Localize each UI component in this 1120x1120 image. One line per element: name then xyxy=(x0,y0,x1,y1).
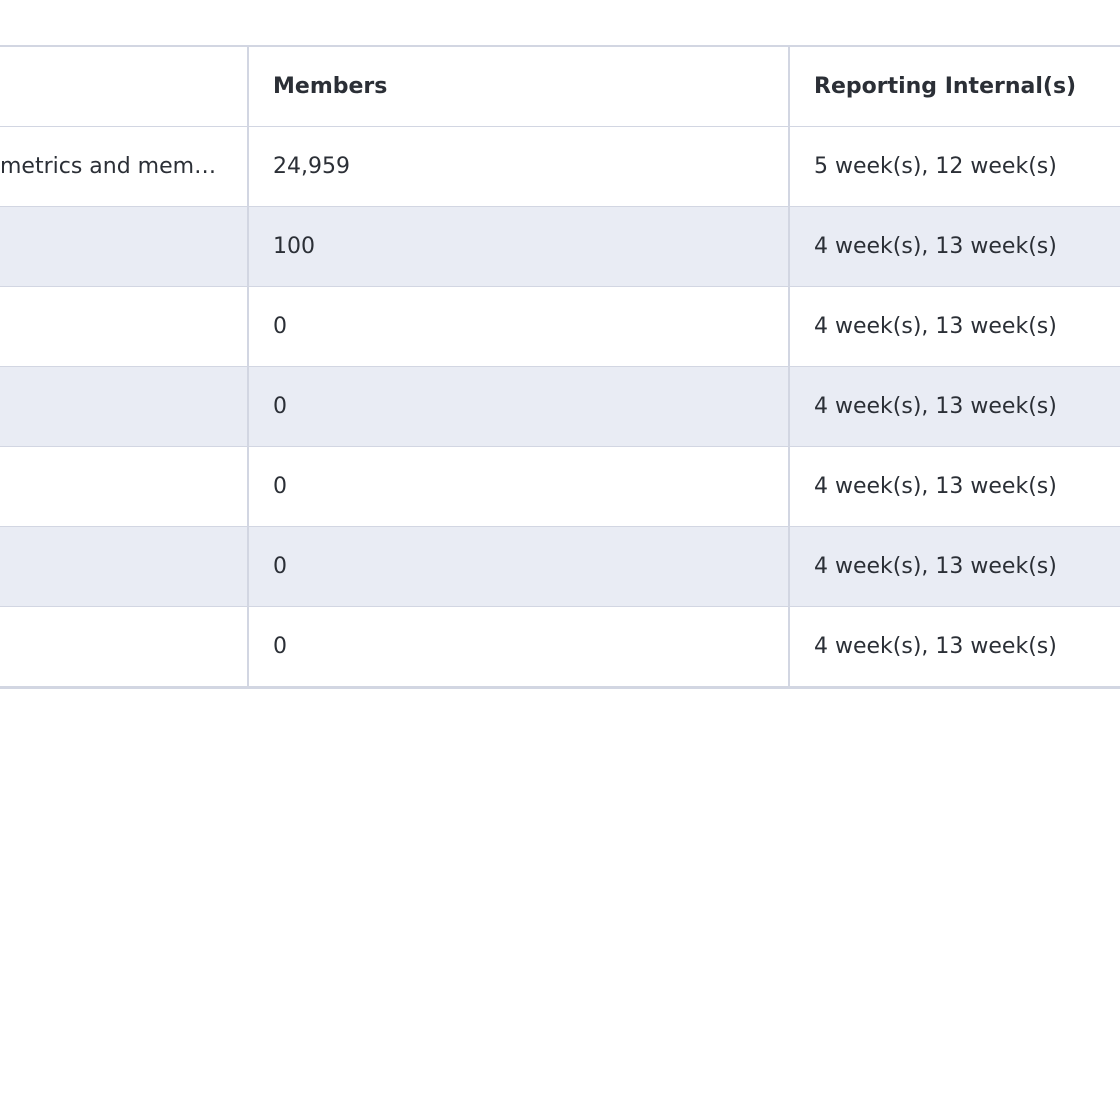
cell-description: metrics and member... xyxy=(0,127,249,206)
table-row[interactable]: 0 4 week(s), 13 week(s) xyxy=(0,287,1120,367)
cell-members: 0 xyxy=(249,607,790,686)
cell-description xyxy=(0,447,249,526)
cell-members: 0 xyxy=(249,367,790,446)
cell-description xyxy=(0,527,249,606)
table-row[interactable]: 0 4 week(s), 13 week(s) xyxy=(0,527,1120,607)
cell-reporting-intervals: 4 week(s), 13 week(s) xyxy=(814,234,1057,259)
table-header-row: Members Reporting Internal(s) xyxy=(0,47,1120,127)
cell-members: 0 xyxy=(249,287,790,366)
cell-members: 24,959 xyxy=(249,127,790,206)
cell-members: 0 xyxy=(249,447,790,526)
header-description[interactable] xyxy=(0,47,249,126)
cell-members: 0 xyxy=(249,527,790,606)
cell-reporting-intervals: 4 week(s), 13 week(s) xyxy=(814,394,1057,419)
header-reporting-intervals[interactable]: Reporting Internal(s) xyxy=(790,47,1120,126)
table-row[interactable]: 100 4 week(s), 13 week(s) xyxy=(0,207,1120,287)
table-row[interactable]: metrics and member... 24,959 5 week(s), … xyxy=(0,127,1120,207)
cell-reporting-intervals: 5 week(s), 12 week(s) xyxy=(814,154,1057,179)
cell-reporting-intervals: 4 week(s), 13 week(s) xyxy=(814,474,1057,499)
cell-reporting-intervals: 4 week(s), 13 week(s) xyxy=(814,314,1057,339)
cell-description xyxy=(0,287,249,366)
table-row[interactable]: 0 4 week(s), 13 week(s) xyxy=(0,607,1120,686)
cell-reporting-intervals: 4 week(s), 13 week(s) xyxy=(814,554,1057,579)
header-members[interactable]: Members xyxy=(249,47,790,126)
cell-reporting-intervals: 4 week(s), 13 week(s) xyxy=(814,634,1057,659)
data-table: Members Reporting Internal(s) metrics an… xyxy=(0,45,1120,689)
cell-members: 100 xyxy=(249,207,790,286)
table-row[interactable]: 0 4 week(s), 13 week(s) xyxy=(0,447,1120,527)
cell-description xyxy=(0,207,249,286)
cell-description xyxy=(0,607,249,686)
table-row[interactable]: 0 4 week(s), 13 week(s) xyxy=(0,367,1120,447)
cell-description xyxy=(0,367,249,446)
